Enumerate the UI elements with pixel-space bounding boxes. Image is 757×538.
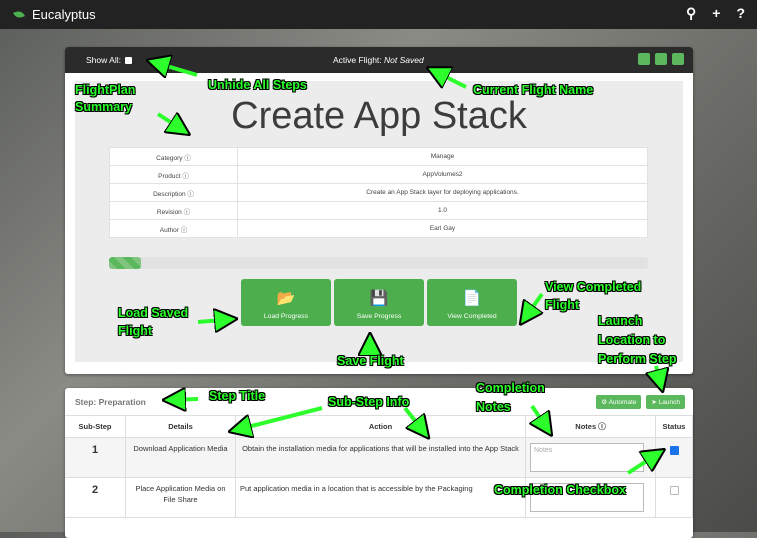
- floppy-disk-icon: 💾: [369, 290, 389, 307]
- show-all-control[interactable]: Show All:: [86, 55, 132, 65]
- annotation-notes-2: Notes: [476, 400, 511, 414]
- table-row: 1 Download Application Media Obtain the …: [65, 437, 693, 478]
- substep-action: Put application media in a location that…: [235, 477, 526, 518]
- flightplan-title: Create App Stack: [231, 95, 527, 137]
- summary-value: AppVolumes2: [237, 165, 648, 184]
- annotation-completion-checkbox: Completion Checkbox: [494, 483, 626, 497]
- brand[interactable]: Eucalyptus: [13, 7, 96, 22]
- substep-action: Obtain the installation media for applic…: [235, 437, 526, 478]
- annotation-unhide-steps: Unhide All Steps: [208, 78, 307, 92]
- save-disk-icon[interactable]: [672, 53, 684, 65]
- summary-value: Earl Gay: [237, 219, 648, 238]
- annotation-notes-1: Completion: [476, 381, 545, 395]
- step-panel: Step: Preparation ⚙ Automate ➤ Launch Su…: [65, 388, 693, 538]
- annotation-summary-2: Summary: [75, 100, 132, 114]
- progress-bar: [109, 257, 648, 269]
- save-progress-button[interactable]: 💾 Save Progress: [334, 279, 424, 326]
- open-folder-icon[interactable]: [655, 53, 667, 65]
- summary-row: Product ⓘ AppVolumes2: [109, 165, 648, 184]
- summary-key: Category ⓘ: [109, 147, 238, 166]
- summary-key: Author ⓘ: [109, 219, 238, 238]
- substep-details: Download Application Media: [125, 437, 236, 478]
- launch-button[interactable]: ➤ Launch: [646, 395, 685, 409]
- annotation-load-2: Flight: [118, 324, 153, 338]
- automate-button[interactable]: ⚙ Automate: [596, 395, 642, 409]
- view-completed-button[interactable]: 📄 View Completed: [427, 279, 517, 326]
- col-status: Status: [655, 415, 693, 438]
- status-cell: [655, 477, 693, 518]
- summary-value: Manage: [237, 147, 648, 166]
- summary-row: Category ⓘ Manage: [109, 147, 648, 166]
- active-flight-label: Active Flight:: [333, 55, 382, 65]
- summary-key: Revision ⓘ: [109, 201, 238, 220]
- substep-number: 2: [65, 477, 126, 518]
- annotation-summary-1: FlightPlan: [75, 83, 136, 97]
- summary-row: Revision ⓘ 1.0: [109, 201, 648, 220]
- help-icon[interactable]: ?: [736, 5, 745, 22]
- annotation-view-1: View Completed: [545, 280, 642, 294]
- top-navbar: Eucalyptus ⚲ + ?: [0, 0, 757, 29]
- new-file-icon[interactable]: [638, 53, 650, 65]
- annotation-launch-3: Perform Step: [598, 352, 677, 366]
- completion-checkbox[interactable]: [669, 446, 679, 455]
- substep-table: Sub-Step Details Action Notes ⓘ Status 1…: [65, 415, 693, 518]
- col-action: Action: [235, 415, 526, 438]
- annotation-substep-info: Sub-Step Info: [328, 395, 410, 409]
- notes-textarea[interactable]: Notes: [530, 443, 644, 472]
- status-cell: [655, 437, 693, 478]
- table-header-row: Sub-Step Details Action Notes ⓘ Status: [65, 415, 693, 438]
- active-flight: Active Flight: Not Saved: [333, 55, 424, 65]
- app-name: Eucalyptus: [32, 7, 96, 22]
- annotation-load-1: Load Saved: [118, 306, 189, 320]
- annotation-launch-2: Location to: [598, 333, 666, 347]
- substep-number: 1: [65, 437, 126, 478]
- summary-value: 1.0: [237, 201, 648, 220]
- search-icon[interactable]: ⚲: [686, 5, 696, 22]
- view-completed-label: View Completed: [447, 313, 497, 320]
- summary-row: Description ⓘ Create an App Stack layer …: [109, 183, 648, 202]
- load-progress-button[interactable]: 📂 Load Progress: [241, 279, 331, 326]
- col-substep: Sub-Step: [65, 415, 126, 438]
- summary-row: Author ⓘ Earl Gay: [109, 219, 648, 238]
- substep-details: Place Application Media on File Share: [125, 477, 236, 518]
- annotation-save: Save Flight: [337, 354, 404, 368]
- annotation-step-title: Step Title: [209, 389, 266, 403]
- flightplan-header: Show All: Active Flight: Not Saved: [65, 47, 693, 73]
- save-progress-label: Save Progress: [356, 313, 402, 320]
- annotation-view-2: Flight: [545, 298, 580, 312]
- show-all-label: Show All:: [86, 55, 121, 65]
- step-title: Step: Preparation: [75, 397, 146, 407]
- annotation-flight-name: Current Flight Name: [473, 83, 594, 97]
- completion-checkbox[interactable]: [669, 486, 679, 495]
- col-details: Details: [125, 415, 236, 438]
- leaf-logo-icon: [13, 9, 25, 20]
- col-notes: Notes ⓘ: [525, 415, 656, 438]
- plus-icon[interactable]: +: [712, 5, 720, 22]
- load-progress-label: Load Progress: [263, 313, 309, 320]
- document-icon: 📄: [462, 290, 482, 307]
- show-all-checkbox[interactable]: [124, 56, 132, 64]
- annotation-launch-1: Launch: [598, 314, 643, 328]
- progress-fill: [109, 257, 142, 269]
- summary-table: Category ⓘ Manage Product ⓘ AppVolumes2 …: [109, 147, 648, 238]
- folder-open-icon: 📂: [276, 290, 296, 307]
- active-flight-value: Not Saved: [384, 55, 424, 65]
- summary-value: Create an App Stack layer for deploying …: [237, 183, 648, 202]
- notes-cell: Notes: [525, 437, 656, 478]
- summary-key: Product ⓘ: [109, 165, 238, 184]
- summary-key: Description ⓘ: [109, 183, 238, 202]
